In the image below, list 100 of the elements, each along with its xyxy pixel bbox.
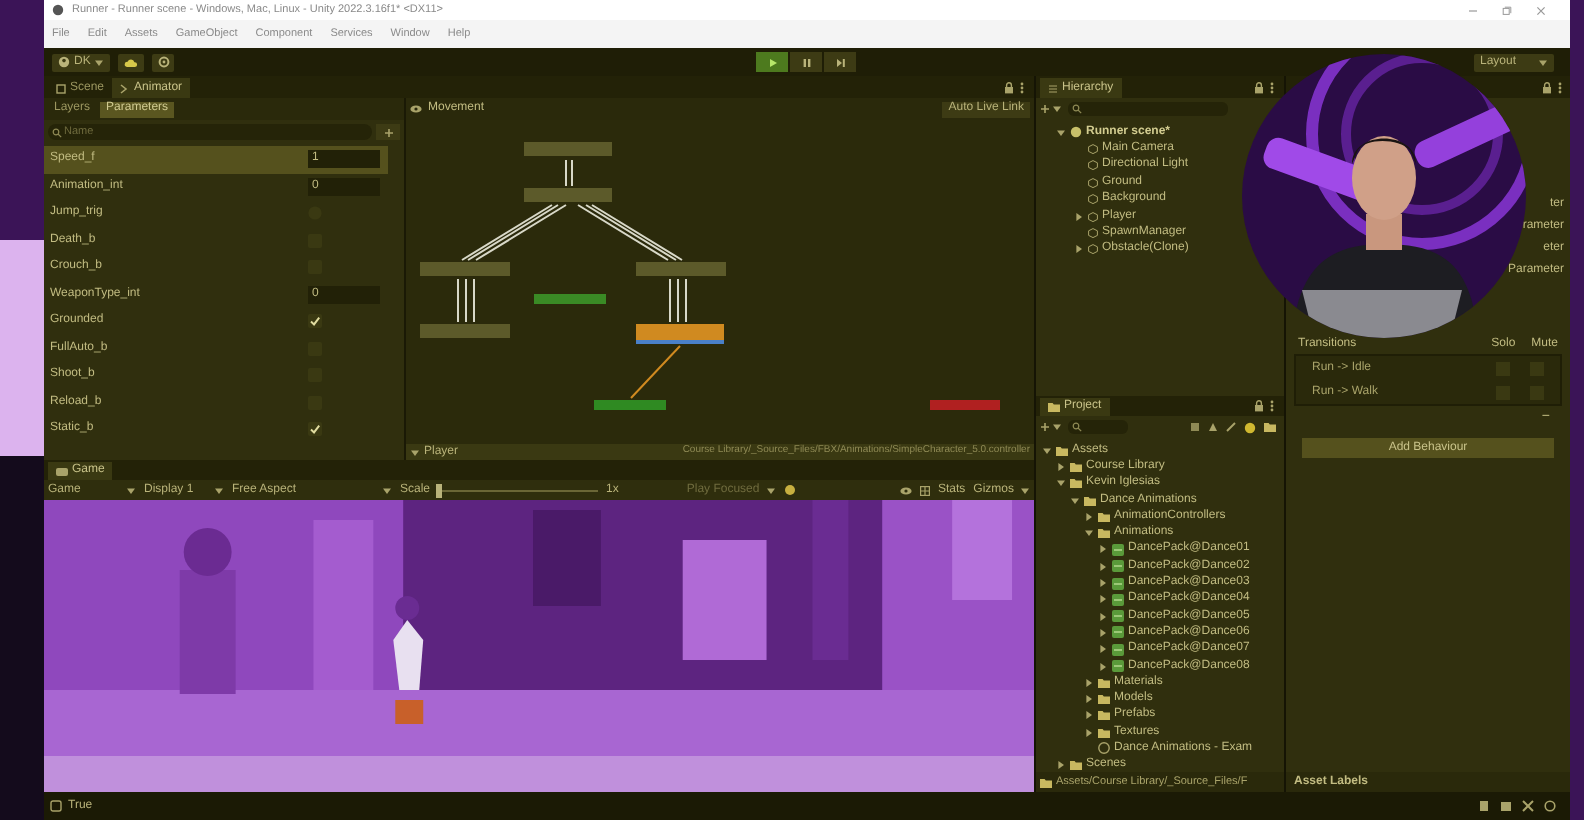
model-icon: [1112, 610, 1124, 623]
model-icon: [1112, 660, 1124, 672]
search-field[interactable]: [1068, 420, 1128, 434]
search-icon: [1072, 104, 1082, 114]
app-icon: [52, 4, 64, 16]
folder-icon[interactable]: [1264, 422, 1276, 432]
transition-line: [576, 204, 684, 262]
play-button[interactable]: [756, 52, 788, 72]
model-icon: [1112, 543, 1124, 556]
transition-line: [456, 278, 476, 324]
grid-icon[interactable]: [919, 485, 930, 495]
caret-icon: [126, 485, 136, 495]
caret-icon[interactable]: [1084, 727, 1094, 738]
tag-icon[interactable]: [1208, 422, 1218, 432]
caret-icon[interactable]: [1098, 644, 1108, 655]
caret-icon[interactable]: [1070, 495, 1080, 506]
add-button[interactable]: [1040, 104, 1062, 114]
model-icon: [1112, 577, 1124, 590]
gamepad-icon: [56, 467, 68, 475]
caret-icon[interactable]: [1098, 561, 1108, 572]
pause-icon: [801, 57, 811, 67]
caret-icon[interactable]: [1084, 677, 1094, 688]
state-node[interactable]: [930, 400, 1000, 410]
database-icon[interactable]: [1500, 800, 1512, 812]
caret-icon: [94, 57, 105, 67]
caret-icon[interactable]: [1098, 661, 1108, 671]
search-icon: [52, 127, 62, 137]
caret-icon[interactable]: [1084, 511, 1094, 522]
message-icon: [50, 800, 62, 812]
search-field[interactable]: [1068, 102, 1228, 116]
caret-icon: [1056, 127, 1066, 138]
caret-icon: [382, 485, 392, 495]
chevron-icon: [120, 83, 131, 93]
caret-icon[interactable]: [1084, 528, 1094, 539]
lock-icon[interactable]: [1004, 81, 1014, 93]
caret-icon: [1052, 422, 1062, 432]
caret-icon[interactable]: [1056, 760, 1066, 771]
settings-button[interactable]: [152, 53, 175, 71]
state-node[interactable]: [524, 188, 612, 202]
step-button[interactable]: [824, 52, 856, 72]
slider-thumb[interactable]: [436, 483, 443, 497]
caret-icon[interactable]: [1098, 627, 1108, 638]
filter-icon[interactable]: [1190, 422, 1200, 432]
plus-icon: [1040, 104, 1050, 114]
circle-icon[interactable]: [1544, 800, 1556, 812]
add-button[interactable]: [376, 124, 400, 140]
state-node[interactable]: [420, 324, 510, 338]
caret-icon[interactable]: [1098, 594, 1108, 605]
lock-icon[interactable]: [1254, 400, 1264, 412]
lock-icon[interactable]: [1542, 81, 1552, 93]
pause-button[interactable]: [790, 52, 822, 72]
caret-icon[interactable]: [1074, 211, 1084, 222]
transition-line: [630, 344, 682, 400]
caret-icon[interactable]: [1084, 710, 1094, 721]
caret-icon[interactable]: [1056, 461, 1066, 472]
state-node[interactable]: [636, 262, 726, 276]
state-node[interactable]: [420, 262, 510, 276]
list-icon: [1048, 83, 1058, 93]
caret-icon: [1538, 57, 1548, 67]
eye-icon[interactable]: [410, 104, 422, 114]
model-icon: [1112, 560, 1124, 573]
caret-icon[interactable]: [1056, 478, 1066, 489]
add-button[interactable]: [1040, 422, 1062, 432]
model-icon: [1112, 643, 1124, 656]
document-icon[interactable]: [1478, 800, 1490, 812]
step-icon: [835, 57, 845, 67]
grid-icon: [56, 83, 66, 93]
folder-icon: [1040, 777, 1052, 787]
caret-icon[interactable]: [1098, 544, 1108, 555]
caret-icon[interactable]: [1098, 611, 1108, 622]
plus-icon: [1040, 422, 1050, 432]
caret-icon[interactable]: [1042, 445, 1052, 456]
model-icon: [1112, 626, 1124, 639]
caret-icon[interactable]: [1084, 694, 1094, 705]
plus-icon: [383, 127, 393, 137]
caret-icon[interactable]: [1074, 244, 1084, 255]
user-icon: [58, 56, 70, 68]
cloud-button[interactable]: [118, 53, 145, 71]
state-node[interactable]: [636, 324, 724, 344]
caret-icon: [1052, 104, 1062, 114]
state-node[interactable]: [524, 142, 612, 156]
checkbox[interactable]: [308, 422, 322, 437]
eye-icon[interactable]: [899, 485, 912, 495]
caret-icon: [765, 485, 776, 495]
search-icon: [1072, 422, 1082, 432]
checkbox[interactable]: [308, 314, 322, 329]
state-node[interactable]: [594, 400, 666, 410]
state-node[interactable]: [534, 294, 606, 304]
cross-icon[interactable]: [1522, 800, 1534, 812]
scene-icon: [1098, 742, 1110, 755]
close-icon[interactable]: [1536, 5, 1546, 15]
play-icon: [767, 57, 777, 67]
transition-line: [564, 158, 574, 188]
folder-icon: [1048, 402, 1060, 412]
caret-icon: [1020, 485, 1030, 495]
lock-icon[interactable]: [1254, 81, 1264, 93]
caret-icon: [214, 485, 224, 495]
caret-icon[interactable]: [1098, 578, 1108, 589]
scene-icon: [1070, 126, 1082, 139]
pencil-icon[interactable]: [1226, 422, 1236, 432]
